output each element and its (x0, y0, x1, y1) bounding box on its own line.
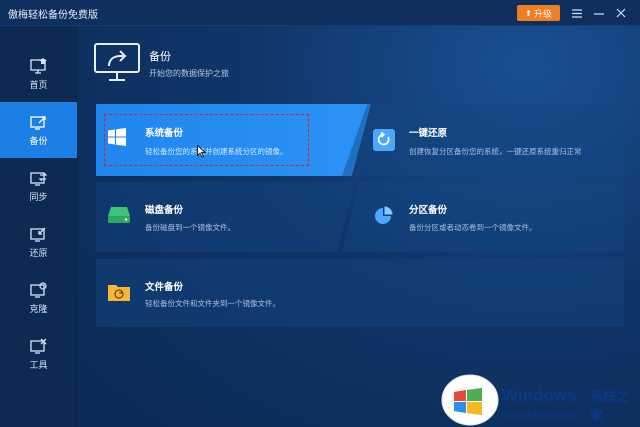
restore-icon (29, 227, 45, 242)
upgrade-label: 升级 (533, 9, 552, 20)
sidebar-item-restore[interactable]: 还原 (0, 214, 77, 270)
upgrade-arrow-icon: ⬆ (525, 8, 532, 18)
highlight-box (104, 114, 309, 166)
upgrade-button[interactable]: ⬆ 升级 (517, 5, 560, 21)
file-backup-card[interactable]: 文件备份 轻松备份文件和文件夹到一个镜像文件。 (96, 259, 624, 327)
sidebar-item-label: 还原 (29, 248, 48, 259)
close-icon[interactable] (614, 6, 628, 20)
mouse-cursor-icon (197, 145, 206, 158)
disk-backup-title: 磁盘备份 (145, 205, 184, 216)
watermark: Windows 系统之家 www.bjjmlv.com (440, 372, 640, 427)
minimize-icon[interactable] (592, 6, 606, 20)
clone-icon (29, 281, 47, 298)
backup-monitor-icon (94, 43, 140, 81)
file-backup-title: 文件备份 (145, 282, 184, 293)
tools-icon (29, 338, 46, 354)
system-backup-card[interactable]: 系统备份 轻松备份您的系统并创建系统分区的镜像。 (96, 104, 371, 176)
one-key-restore-card[interactable]: 一键还原 创建恢复分区备份您的系统，一键还原系统重归正常 (342, 104, 624, 176)
app-title: 傲梅轻松备份免费版 (8, 10, 98, 21)
sidebar-item-home[interactable]: 首页 (0, 46, 77, 102)
watermark-logo (441, 374, 499, 426)
one-key-restore-icon (373, 129, 395, 151)
sidebar-item-sync[interactable]: 同步 (0, 158, 77, 214)
sidebar-item-label: 首页 (29, 80, 48, 91)
disk-backup-card[interactable]: 磁盘备份 备份磁盘到一个镜像文件。 (96, 182, 355, 252)
sync-icon (29, 171, 47, 186)
sidebar-item-label: 克隆 (29, 304, 48, 315)
sidebar-item-clone[interactable]: 克隆 (0, 270, 77, 326)
sidebar: 首页 备份 同步 还原 克隆 工具 (0, 26, 77, 427)
sidebar-item-label: 备份 (29, 136, 48, 147)
home-monitor-icon (29, 57, 47, 74)
sidebar-item-label: 工具 (29, 360, 48, 371)
watermark-brand: Windows (502, 386, 577, 405)
backup-icon (29, 115, 46, 130)
sidebar-item-tools[interactable]: 工具 (0, 326, 77, 382)
partition-backup-card[interactable]: 分区备份 备份分区或者动态卷到一个镜像文件。 (342, 182, 624, 252)
file-backup-desc: 轻松备份文件和文件夹到一个镜像文件。 (145, 299, 280, 308)
menu-icon[interactable] (570, 6, 584, 20)
watermark-brand-cn: 系统之家 (590, 390, 630, 424)
sidebar-item-backup[interactable]: 备份 (0, 102, 77, 158)
main-panel: 备份 开始您的数据保护之旅 系统备份 轻松备份您的系统并创建系统分区的镜像。 一… (77, 26, 640, 427)
one-key-restore-title: 一键还原 (409, 128, 448, 139)
partition-backup-desc: 备份分区或者动态卷到一个镜像文件。 (409, 223, 537, 232)
page-title: 备份 (149, 50, 171, 63)
partition-backup-title: 分区备份 (409, 205, 448, 216)
one-key-restore-desc: 创建恢复分区备份您的系统，一键还原系统重归正常 (409, 147, 582, 156)
folder-icon (108, 285, 130, 301)
disk-icon (108, 207, 130, 223)
watermark-url: www.bjjmlv.com (502, 409, 580, 421)
title-bar: 傲梅轻松备份免费版 ⬆ 升级 (0, 0, 640, 26)
sidebar-item-label: 同步 (29, 192, 48, 203)
partition-icon (375, 206, 393, 224)
disk-backup-desc: 备份磁盘到一个镜像文件。 (145, 223, 235, 232)
page-subtitle: 开始您的数据保护之旅 (149, 69, 229, 78)
